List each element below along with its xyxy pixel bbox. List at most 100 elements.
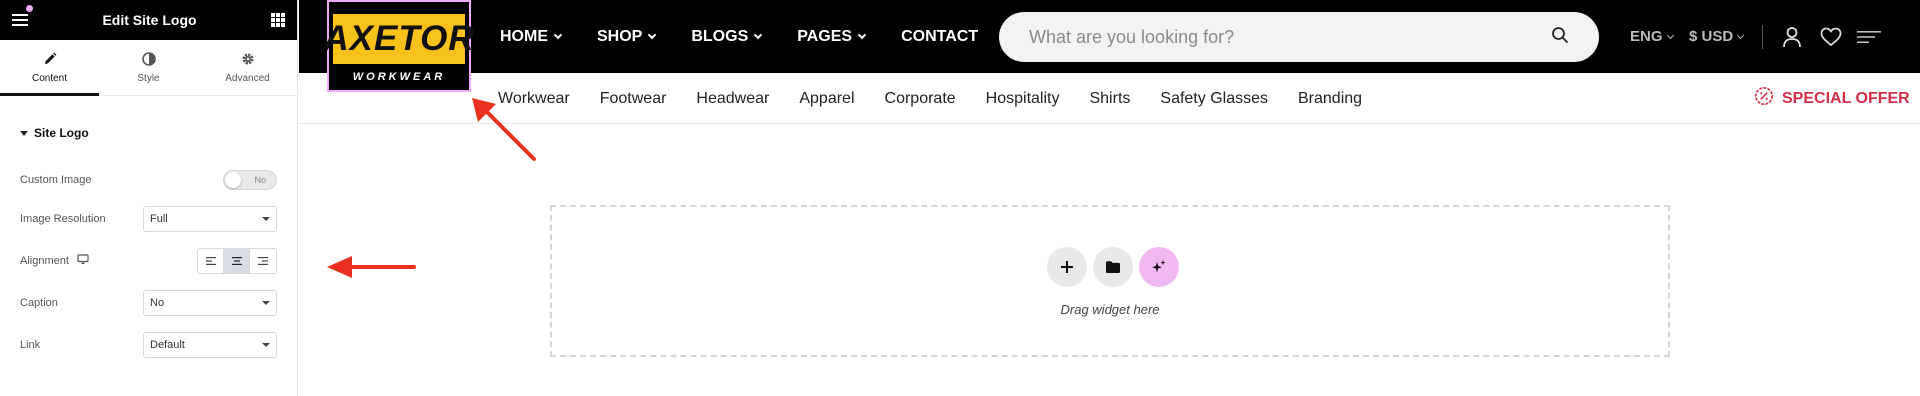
nav-item-blogs[interactable]: BLOGS [691,27,763,46]
image-resolution-select[interactable]: Full [143,206,277,232]
menu-icon[interactable] [12,14,28,26]
tab-style-label: Style [137,73,160,84]
chevron-down-icon [1737,31,1745,39]
category-workwear[interactable]: Workwear [498,90,570,108]
control-alignment: Alignment [20,248,277,274]
header-divider [1762,25,1763,49]
custom-image-label: Custom Image [20,174,92,186]
nav-item-pages[interactable]: PAGES [797,27,867,46]
chevron-down-icon [648,30,657,39]
align-left-button[interactable] [198,249,224,273]
category-shirts[interactable]: Shirts [1089,90,1130,108]
tab-advanced-label: Advanced [225,73,270,84]
panel-title: Edit Site Logo [102,12,197,28]
search-placeholder: What are you looking for? [1029,26,1235,47]
widgets-grid-icon[interactable] [270,13,285,27]
dropdown-arrow-icon [262,301,270,305]
tab-advanced[interactable]: Advanced [198,40,297,95]
desktop-icon[interactable] [77,254,89,268]
panel-header: Edit Site Logo [0,0,297,40]
category-hospitality[interactable]: Hospitality [986,90,1060,108]
language-selector[interactable]: ENG [1630,0,1674,73]
language-value: ENG [1630,28,1663,45]
caption-label: Caption [20,297,58,309]
ai-generate-button[interactable] [1139,247,1179,287]
special-offer-label: SPECIAL OFFER [1782,89,1910,107]
align-right-icon [258,257,268,265]
search-icon[interactable] [1551,26,1569,49]
site-preview: HOME SHOP BLOGS PAGES CONTACT What are y… [299,0,1920,396]
main-nav: HOME SHOP BLOGS PAGES CONTACT [500,0,1014,73]
category-apparel[interactable]: Apparel [799,90,854,108]
plus-icon [1061,261,1073,273]
nav-item-shop[interactable]: SHOP [597,27,657,46]
control-caption: Caption No [20,290,277,316]
account-icon[interactable] [1779,24,1805,50]
menu-lines-icon[interactable] [1856,24,1882,50]
link-select[interactable]: Default [143,332,277,358]
logo-main-text: AXETOR [323,14,474,64]
caption-value: No [150,297,165,309]
category-branding[interactable]: Branding [1298,90,1362,108]
widget-dropzone[interactable]: Drag widget here [550,205,1670,357]
control-custom-image: Custom Image No [20,170,277,190]
chevron-down-icon [1666,31,1674,39]
control-link: Link Default [20,332,277,358]
notification-dot [26,5,33,12]
category-safety-glasses[interactable]: Safety Glasses [1160,90,1268,108]
currency-value: $ USD [1689,28,1734,45]
pencil-icon [43,51,57,67]
nav-label: BLOGS [691,27,749,45]
sparkles-icon [1152,260,1166,273]
nav-label: CONTACT [901,27,979,45]
caption-select[interactable]: No [143,290,277,316]
alignment-choices [197,248,277,274]
dropdown-arrow-icon [262,217,270,221]
nav-label: PAGES [797,27,853,45]
site-header: HOME SHOP BLOGS PAGES CONTACT What are y… [299,0,1920,73]
image-resolution-label: Image Resolution [20,213,106,225]
category-footwear[interactable]: Footwear [600,90,667,108]
alignment-label: Alignment [20,255,69,267]
nav-label: SHOP [597,27,643,45]
dropdown-arrow-icon [262,343,270,347]
align-right-button[interactable] [250,249,276,273]
category-headwear[interactable]: Headwear [696,90,769,108]
add-template-button[interactable] [1093,247,1133,287]
align-left-icon [205,257,216,265]
custom-image-toggle[interactable]: No [223,170,277,190]
logo-sub-text: WORKWEAR [352,71,446,83]
alignment-label-wrap: Alignment [20,254,89,268]
dropzone-hint: Drag widget here [1060,302,1160,317]
search-input[interactable]: What are you looking for? [999,12,1599,62]
control-image-resolution: Image Resolution Full [20,206,277,232]
category-corporate[interactable]: Corporate [885,90,956,108]
chevron-down-icon [753,30,763,39]
nav-label: HOME [500,27,548,45]
nav-item-home[interactable]: HOME [500,27,563,46]
category-bar: Workwear Footwear Headwear Apparel Corpo… [299,73,1920,124]
editor-panel: Edit Site Logo Content Style Advanced Si… [0,0,298,396]
toggle-text: No [254,175,266,185]
chevron-down-icon [553,30,563,39]
tab-style[interactable]: Style [99,40,198,95]
image-resolution-value: Full [150,213,168,225]
link-value: Default [150,339,185,351]
section-title: Site Logo [34,126,89,140]
panel-tabs: Content Style Advanced [0,40,297,96]
tab-content[interactable]: Content [0,40,99,96]
section-site-logo-toggle[interactable]: Site Logo [0,116,297,150]
add-section-button[interactable] [1047,247,1087,287]
half-circle-icon [141,51,156,67]
gear-icon [241,51,255,67]
align-center-button[interactable] [224,249,250,273]
nav-item-contact[interactable]: CONTACT [901,28,978,46]
wishlist-heart-icon[interactable] [1818,24,1844,50]
link-label: Link [20,339,41,351]
discount-badge-icon [1754,86,1774,111]
site-logo[interactable]: AXETOR WORKWEAR [323,0,474,92]
toggle-knob [225,172,241,188]
special-offer-link[interactable]: SPECIAL OFFER [1754,73,1910,124]
category-nav: Workwear Footwear Headwear Apparel Corpo… [498,73,1392,124]
currency-selector[interactable]: $ USD [1689,0,1745,73]
